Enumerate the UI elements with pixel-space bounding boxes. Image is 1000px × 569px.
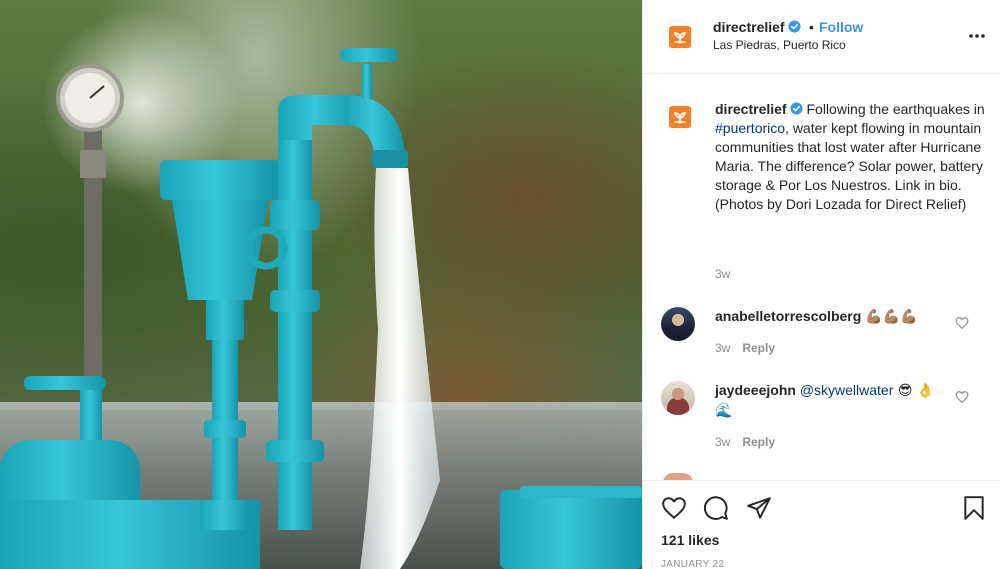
comment-like-heart-icon[interactable]: [955, 316, 969, 330]
post-side-panel: directrelief • Follow Las Piedras, Puert…: [642, 0, 1000, 569]
reply-button[interactable]: Reply: [742, 341, 775, 355]
comment-time[interactable]: 3w: [715, 341, 730, 355]
likes-count[interactable]: 121 likes: [661, 532, 719, 548]
caption-hashtag[interactable]: #puertorico: [715, 120, 785, 136]
like-heart-icon[interactable]: [661, 495, 687, 521]
verified-badge-icon: [788, 20, 801, 33]
post-actions-bar: 121 likes JANUARY 22: [643, 480, 1000, 569]
comment-text: 💪🏽💪🏽💪🏽: [865, 309, 918, 325]
comment-meta: 3w Reply: [715, 341, 775, 355]
comment-body: anabelletorrescolberg 💪🏽💪🏽💪🏽: [715, 307, 945, 327]
comment-time[interactable]: 3w: [715, 435, 730, 449]
bookmark-save-icon[interactable]: [961, 495, 987, 521]
reply-button[interactable]: Reply: [742, 435, 775, 449]
post-date[interactable]: JANUARY 22: [661, 559, 724, 569]
comment-mention[interactable]: @skywellwater: [800, 382, 894, 398]
comment-bubble-icon[interactable]: [703, 495, 729, 521]
verified-badge-icon: [790, 102, 803, 115]
header-username[interactable]: directrelief: [713, 19, 785, 35]
follow-button[interactable]: Follow: [819, 19, 863, 35]
caption-username[interactable]: directrelief: [715, 101, 787, 117]
more-options-icon[interactable]: [967, 26, 987, 46]
post-header: directrelief • Follow Las Piedras, Puert…: [643, 0, 1000, 74]
water-pipes-illustration: [0, 48, 642, 569]
profile-avatar[interactable]: [663, 20, 695, 52]
direct-relief-logo-icon: [669, 26, 691, 48]
comments-section[interactable]: directrelief Following the earthquakes i…: [643, 75, 1000, 480]
comment-meta: 3w Reply: [715, 435, 775, 449]
paper-plane-share-icon[interactable]: [746, 495, 772, 521]
post-location[interactable]: Las Piedras, Puerto Rico: [713, 38, 846, 52]
direct-relief-logo-icon: [669, 106, 691, 128]
commenter-avatar[interactable]: [661, 307, 695, 341]
caption-time[interactable]: 3w: [715, 267, 730, 281]
commenter-avatar[interactable]: [661, 381, 695, 415]
post-caption: directrelief Following the earthquakes i…: [715, 100, 985, 214]
next-commenter-avatar[interactable]: [663, 473, 693, 480]
caption-text-start: Following the earthquakes in: [806, 101, 985, 117]
separator-dot: •: [809, 19, 814, 35]
caption-avatar[interactable]: [663, 100, 695, 132]
post-photo[interactable]: [0, 0, 642, 569]
header-username-row: directrelief: [713, 19, 801, 35]
comment-username[interactable]: jaydeeejohn: [715, 382, 796, 398]
comment-like-heart-icon[interactable]: [955, 390, 969, 404]
comment-body: jaydeeejohn @skywellwater 😎 👌🌊: [715, 381, 945, 421]
comment-username[interactable]: anabelletorrescolberg: [715, 308, 861, 324]
